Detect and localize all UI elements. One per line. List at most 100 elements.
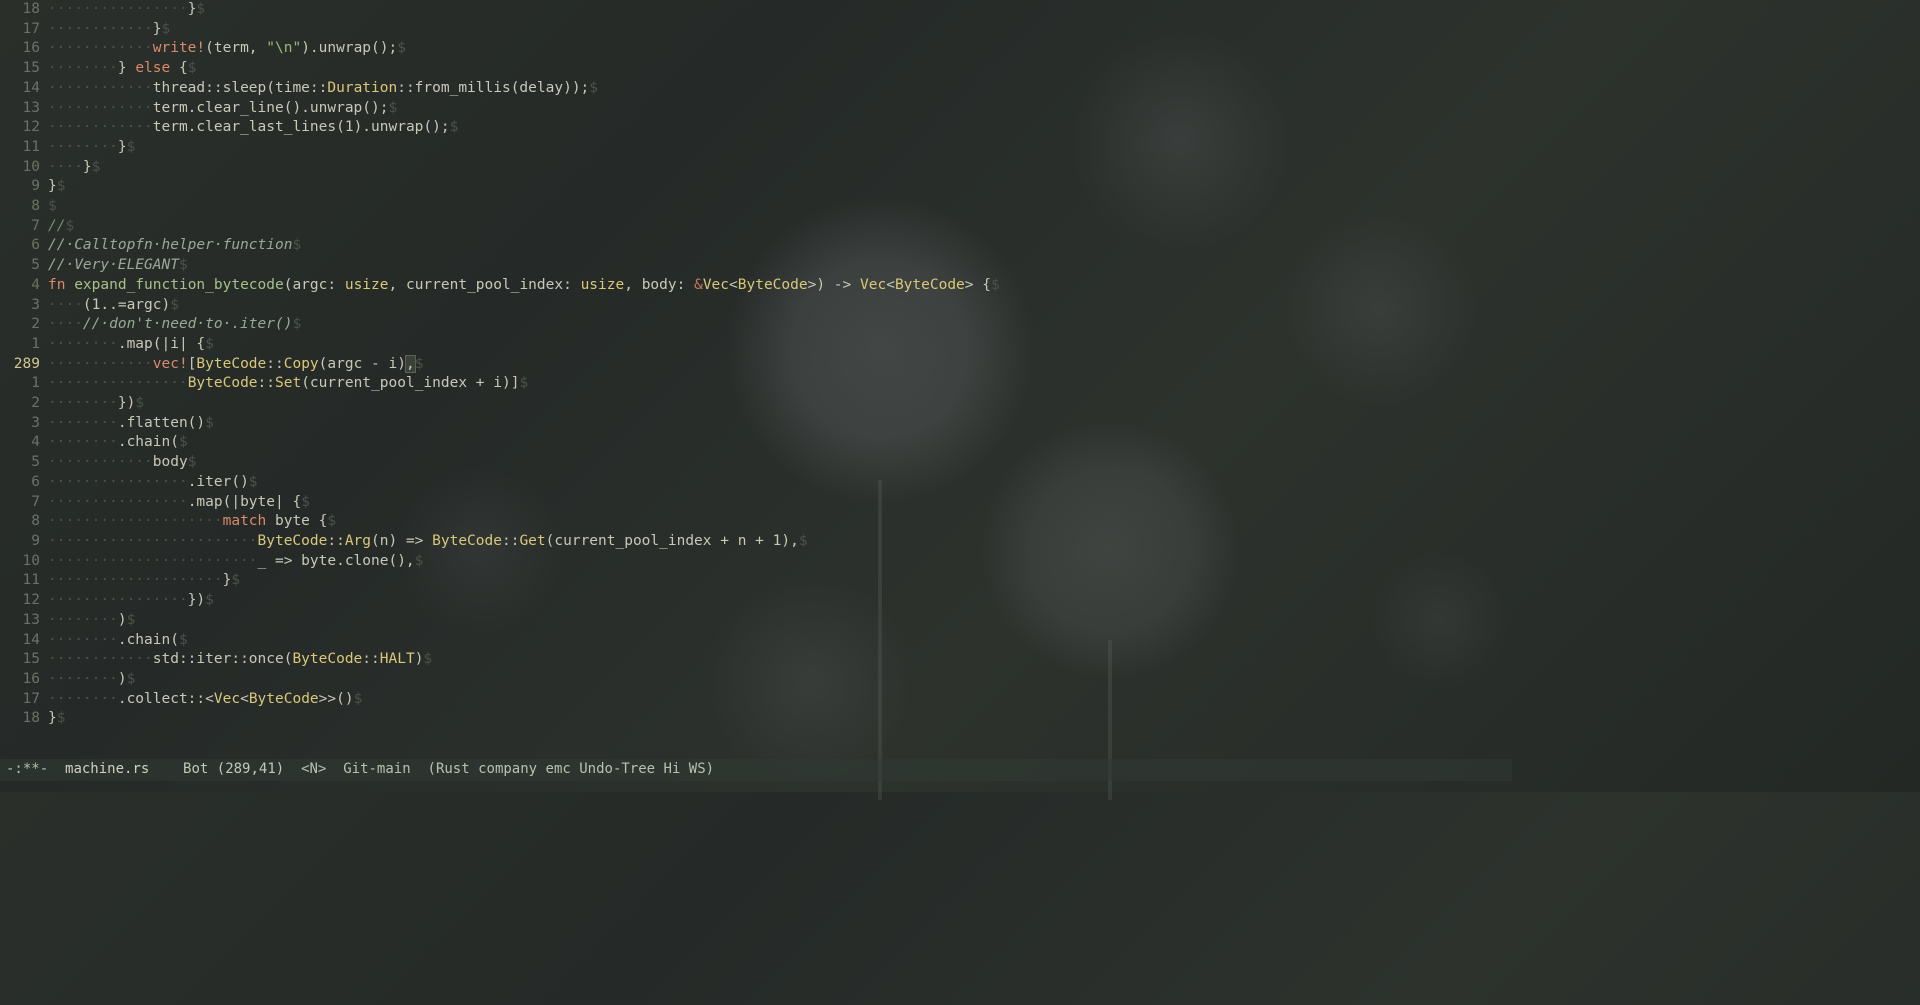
code-line[interactable]: 13············term.clear_line().unwrap()… <box>0 99 1504 119</box>
code-content[interactable]: }$ <box>48 709 1504 729</box>
code-line[interactable]: 10························_ => byte.clon… <box>0 552 1504 572</box>
code-token: | { <box>179 336 205 352</box>
code-line[interactable]: 6//·Calltopfn·helper·function$ <box>0 236 1504 256</box>
code-line[interactable]: 5············body$ <box>0 453 1504 473</box>
code-line[interactable]: 18}$ <box>0 709 1504 729</box>
line-number: 2 <box>0 394 48 414</box>
code-line[interactable]: 11····················}$ <box>0 571 1504 591</box>
code-content[interactable]: //·Very·ELEGANT$ <box>48 256 1504 276</box>
code-content[interactable]: ············body$ <box>48 453 1504 473</box>
code-content[interactable]: ········.chain($ <box>48 433 1504 453</box>
code-token: Get <box>519 533 545 549</box>
code-content[interactable]: ········)$ <box>48 670 1504 690</box>
code-line[interactable]: 11········}$ <box>0 138 1504 158</box>
code-line[interactable]: 17········.collect::<Vec<ByteCode>>()$ <box>0 690 1504 710</box>
line-number: 9 <box>0 177 48 197</box>
code-line[interactable]: 1········.map(|i| {$ <box>0 335 1504 355</box>
eol-marker: $ <box>48 198 57 214</box>
code-line[interactable]: 8····················match byte {$ <box>0 512 1504 532</box>
code-content[interactable]: //$ <box>48 217 1504 237</box>
code-content[interactable]: ············std::iter::once(ByteCode::HA… <box>48 650 1504 670</box>
code-line[interactable]: 2····//·don't·need·to·.iter()$ <box>0 315 1504 335</box>
code-token: fn <box>48 277 74 293</box>
code-line[interactable]: 15············std::iter::once(ByteCode::… <box>0 650 1504 670</box>
code-token: ByteCode <box>196 356 266 372</box>
eol-marker: $ <box>397 40 406 56</box>
code-content[interactable]: ························_ => byte.clone(… <box>48 552 1504 572</box>
code-line[interactable]: 5//·Very·ELEGANT$ <box>0 256 1504 276</box>
code-content[interactable]: ············vec![ByteCode::Copy(argc - i… <box>48 355 1504 375</box>
code-line[interactable]: 2········})$ <box>0 394 1504 414</box>
code-content[interactable]: ················ByteCode::Set(current_po… <box>48 374 1504 394</box>
code-content[interactable]: ········.chain($ <box>48 631 1504 651</box>
code-content[interactable]: ········})$ <box>48 394 1504 414</box>
code-content[interactable]: fn expand_function_bytecode(argc: usize,… <box>48 276 1504 296</box>
code-line[interactable]: 3········.flatten()$ <box>0 414 1504 434</box>
whitespace: ········ <box>48 434 118 450</box>
code-content[interactable]: ············term.clear_line().unwrap();$ <box>48 99 1504 119</box>
code-content[interactable]: ················.iter()$ <box>48 473 1504 493</box>
code-line[interactable]: 4fn expand_function_bytecode(argc: usize… <box>0 276 1504 296</box>
code-content[interactable]: ····················match byte {$ <box>48 512 1504 532</box>
code-line[interactable]: 10····}$ <box>0 158 1504 178</box>
code-content[interactable]: ········.collect::<Vec<ByteCode>>()$ <box>48 690 1504 710</box>
code-line[interactable]: 16············write!(term, "\n").unwrap(… <box>0 39 1504 59</box>
code-line[interactable]: 9}$ <box>0 177 1504 197</box>
code-content[interactable]: ········.flatten()$ <box>48 414 1504 434</box>
whitespace: ················ <box>48 474 188 490</box>
code-line[interactable]: 15········} else {$ <box>0 59 1504 79</box>
code-line[interactable]: 1················ByteCode::Set(current_p… <box>0 374 1504 394</box>
code-content[interactable]: ············thread::sleep(time::Duration… <box>48 79 1504 99</box>
modeline-vcs: Git-main <box>343 760 410 780</box>
code-content[interactable]: ················})$ <box>48 591 1504 611</box>
code-content[interactable]: ························ByteCode::Arg(n)… <box>48 532 1504 552</box>
code-line[interactable]: 6················.iter()$ <box>0 473 1504 493</box>
code-token: ).unwrap(); <box>301 40 397 56</box>
eol-marker: $ <box>188 60 197 76</box>
code-content[interactable]: ········.map(|i| {$ <box>48 335 1504 355</box>
code-line[interactable]: 289············vec![ByteCode::Copy(argc … <box>0 355 1504 375</box>
code-content[interactable]: ········}$ <box>48 138 1504 158</box>
code-content[interactable]: ····}$ <box>48 158 1504 178</box>
code-line[interactable]: 12············term.clear_last_lines(1).u… <box>0 118 1504 138</box>
code-content[interactable]: ····//·don't·need·to·.iter()$ <box>48 315 1504 335</box>
code-line[interactable]: 9························ByteCode::Arg(n… <box>0 532 1504 552</box>
code-line[interactable]: 16········)$ <box>0 670 1504 690</box>
whitespace: ················ <box>48 375 188 391</box>
code-token: // <box>48 218 65 234</box>
code-token: ), <box>781 533 798 549</box>
code-content[interactable]: ············write!(term, "\n").unwrap();… <box>48 39 1504 59</box>
code-line[interactable]: 12················})$ <box>0 591 1504 611</box>
code-content[interactable]: $ <box>48 197 1504 217</box>
code-content[interactable]: ········} else {$ <box>48 59 1504 79</box>
code-content[interactable]: ················}$ <box>48 0 1504 20</box>
code-line[interactable]: 14········.chain($ <box>0 631 1504 651</box>
code-editor[interactable]: 18················}$17············}$16··… <box>0 0 1512 729</box>
code-content[interactable]: //·Calltopfn·helper·function$ <box>48 236 1504 256</box>
code-line[interactable]: 7//$ <box>0 217 1504 237</box>
code-line[interactable]: 4········.chain($ <box>0 433 1504 453</box>
code-token: usize <box>581 277 625 293</box>
line-number: 16 <box>0 39 48 59</box>
code-content[interactable]: ····················}$ <box>48 571 1504 591</box>
code-token: :: <box>258 375 275 391</box>
code-token: ).unwrap(); <box>354 119 450 135</box>
code-line[interactable]: 18················}$ <box>0 0 1504 20</box>
code-content[interactable]: ····(1..=argc)$ <box>48 296 1504 316</box>
code-token: .chain( <box>118 632 179 648</box>
code-content[interactable]: ············term.clear_last_lines(1).unw… <box>48 118 1504 138</box>
code-content[interactable]: }$ <box>48 177 1504 197</box>
line-number: 15 <box>0 59 48 79</box>
line-number: 10 <box>0 158 48 178</box>
code-line[interactable]: 13········)$ <box>0 611 1504 631</box>
code-token: } <box>48 710 57 726</box>
code-line[interactable]: 14············thread::sleep(time::Durati… <box>0 79 1504 99</box>
code-content[interactable]: ················.map(|byte| {$ <box>48 493 1504 513</box>
code-line[interactable]: 8$ <box>0 197 1504 217</box>
code-line[interactable]: 17············}$ <box>0 20 1504 40</box>
code-token: match <box>223 513 267 529</box>
code-line[interactable]: 3····(1..=argc)$ <box>0 296 1504 316</box>
code-content[interactable]: ········)$ <box>48 611 1504 631</box>
code-line[interactable]: 7················.map(|byte| {$ <box>0 493 1504 513</box>
code-content[interactable]: ············}$ <box>48 20 1504 40</box>
